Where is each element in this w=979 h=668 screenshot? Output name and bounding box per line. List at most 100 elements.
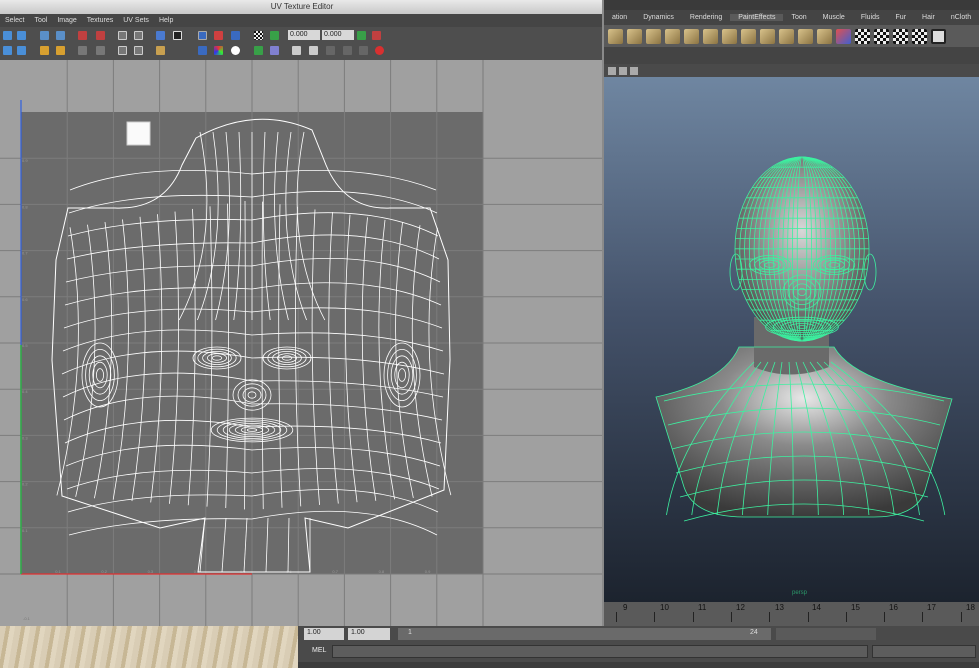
cycle-uv-icon[interactable] — [359, 46, 368, 55]
shelf-tab-fur[interactable]: Fur — [888, 14, 915, 21]
frame-label: 15 — [851, 603, 860, 612]
pixel-snap-icon[interactable] — [231, 46, 240, 55]
time-slider[interactable]: 9 10 11 12 13 14 15 16 17 18 — [604, 602, 979, 626]
uv-snap-icon[interactable] — [3, 46, 12, 55]
straighten-icon[interactable] — [78, 46, 87, 55]
checker-icon[interactable] — [254, 31, 263, 40]
shelf-tab-muscle[interactable]: Muscle — [815, 14, 853, 21]
v-value-field[interactable]: 0.000 — [322, 30, 354, 40]
menu-tool[interactable]: Tool — [29, 17, 52, 24]
paint-effects-brush-icon[interactable] — [741, 28, 756, 44]
shelf-tab-hair[interactable]: Hair — [914, 14, 943, 21]
paint-effects-brush-icon[interactable] — [703, 28, 718, 44]
snapshot-icon[interactable] — [118, 31, 127, 40]
shaded-icon[interactable] — [254, 46, 263, 55]
frame-tick — [692, 612, 694, 622]
window-title[interactable]: UV Texture Editor — [0, 0, 602, 14]
shelf-tab-fluids[interactable]: Fluids — [853, 14, 888, 21]
mel-label[interactable]: MEL — [312, 647, 326, 654]
uv-canvas[interactable]: 0.1 0.2 0.3 0.4 0.5 0.6 0.7 0.8 0.9 0.1 0.2 0.3 0.4 0… — [0, 60, 602, 626]
menu-help[interactable]: Help — [154, 17, 178, 24]
refresh-icon[interactable] — [357, 31, 366, 40]
paint-effects-brush-icon[interactable] — [722, 28, 737, 44]
image-range-icon[interactable] — [198, 46, 207, 55]
relax-uv-icon[interactable] — [118, 46, 127, 55]
paste-icon[interactable] — [309, 46, 318, 55]
checker-icon[interactable] — [874, 28, 889, 44]
paint-effects-brush-icon[interactable] — [665, 28, 680, 44]
copy-icon[interactable] — [292, 46, 301, 55]
shaded-uv-icon[interactable] — [270, 31, 279, 40]
desktop-background — [0, 626, 298, 668]
frame-label: 11 — [698, 603, 707, 612]
sew-uv-icon[interactable] — [96, 31, 105, 40]
copy-uv-icon[interactable] — [372, 31, 381, 40]
dim-image-icon[interactable] — [231, 31, 240, 40]
align-uv-icon[interactable] — [17, 46, 26, 55]
shelf-tab-ncloth[interactable]: nCloth — [943, 14, 979, 21]
paint-effects-brush-icon[interactable] — [817, 28, 832, 44]
prism-icon[interactable] — [836, 28, 851, 44]
swap-uv-icon[interactable] — [375, 46, 384, 55]
rotate-cw-icon[interactable] — [56, 31, 65, 40]
distortion-icon[interactable] — [270, 46, 279, 55]
unfold-uv-icon[interactable] — [56, 46, 65, 55]
range-slider[interactable]: 1 24 — [398, 628, 771, 640]
layout-uv-icon[interactable] — [40, 46, 49, 55]
menu-image[interactable]: Image — [52, 17, 81, 24]
paint-effects-brush-icon[interactable] — [760, 28, 775, 44]
frame-label: 12 — [736, 603, 745, 612]
smooth-uv-icon[interactable] — [96, 46, 105, 55]
paint-effects-brush-icon[interactable] — [779, 28, 794, 44]
move-uv-icon[interactable] — [173, 31, 182, 40]
frame-label: 17 — [927, 603, 936, 612]
paint-effects-brush-icon[interactable] — [798, 28, 813, 44]
maya-top-bar — [604, 0, 979, 10]
checker-icon[interactable] — [893, 28, 908, 44]
checker-icon[interactable] — [855, 28, 870, 44]
paint-effects-brush-icon[interactable] — [684, 28, 699, 44]
range-end-field[interactable] — [776, 628, 876, 640]
cut-uv-icon[interactable] — [78, 31, 87, 40]
menu-textures[interactable]: Textures — [82, 17, 118, 24]
shelf-tab-animation[interactable]: ation — [604, 14, 635, 21]
stack-shells-icon[interactable] — [134, 46, 143, 55]
perspective-viewport[interactable]: persp — [604, 77, 979, 602]
paint-effects-brush-icon[interactable] — [627, 28, 642, 44]
shelf-tab-rendering[interactable]: Rendering — [682, 14, 730, 21]
rgb-channels-icon[interactable] — [214, 46, 223, 55]
shelf-tab-toon[interactable]: Toon — [783, 14, 814, 21]
flip-u-icon[interactable] — [3, 31, 12, 40]
shelf-tab-dynamics[interactable]: Dynamics — [635, 14, 682, 21]
playback-start-field[interactable]: 1.00 — [348, 628, 390, 640]
paste-v-icon[interactable] — [343, 46, 352, 55]
bookmark-icon[interactable] — [619, 66, 627, 75]
paint-effects-brush-icon[interactable] — [608, 28, 623, 44]
menu-uv-sets[interactable]: UV Sets — [118, 17, 154, 24]
u-tick-label: 0.8 — [379, 569, 385, 574]
isolate-select-icon[interactable] — [156, 46, 165, 55]
persp-camera-label: persp — [792, 590, 808, 596]
paint-effects-brush-icon[interactable] — [646, 28, 661, 44]
range-start-field[interactable]: 1.00 — [304, 628, 344, 640]
v-tick-label: 0.9 — [22, 158, 28, 163]
range-slider-end: 24 — [750, 629, 758, 636]
shelf-tab-painteffects[interactable]: PaintEffects — [730, 14, 784, 21]
rotate-ccw-icon[interactable] — [40, 31, 49, 40]
texture-borders-icon[interactable] — [214, 31, 223, 40]
flip-v-icon[interactable] — [17, 31, 26, 40]
menu-select[interactable]: Select — [0, 17, 29, 24]
select-shell-icon[interactable] — [156, 31, 165, 40]
uv-corner-label: -0.1 — [23, 616, 31, 621]
texture-icon[interactable] — [931, 28, 946, 44]
mel-input[interactable] — [332, 645, 868, 658]
u-tick-label: 0.2 — [101, 569, 107, 574]
frame-label: 16 — [889, 603, 898, 612]
grid-icon[interactable] — [134, 31, 143, 40]
paste-u-icon[interactable] — [326, 46, 335, 55]
image-plane-icon[interactable] — [630, 66, 638, 75]
camera-icon[interactable] — [608, 66, 616, 75]
u-value-field[interactable]: 0.000 — [288, 30, 320, 40]
display-image-icon[interactable] — [198, 31, 207, 40]
checker-icon[interactable] — [912, 28, 927, 44]
